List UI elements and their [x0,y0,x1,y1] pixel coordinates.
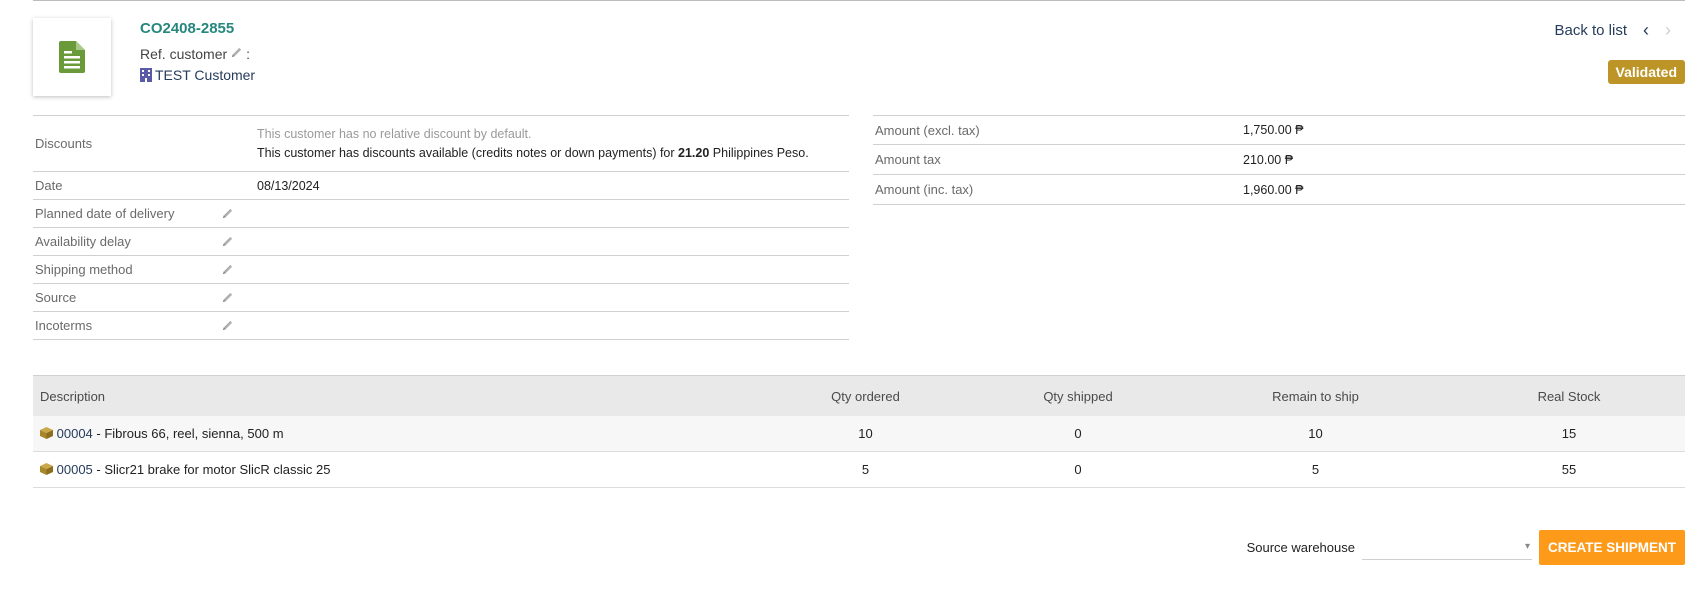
availability-delay-row: Availability delay [33,228,849,256]
amount-excl-label: Amount (excl. tax) [875,122,980,138]
available-discount-prefix: This customer has discounts available (c… [257,145,679,160]
shipping-method-label: Shipping method [35,262,133,277]
edit-ref-customer-pencil-icon[interactable] [230,46,243,62]
product-description: - Fibrous 66, reel, sienna, 500 m [92,426,284,441]
discounts-label: Discounts [35,136,93,151]
amount-tax-label: Amount tax [875,152,941,167]
building-icon [140,68,152,82]
order-header: CO2408-2855 Ref. customer : TEST Custome… [33,18,1685,98]
remain-to-ship-cell: 10 [1178,416,1453,452]
amount-excl-row: Amount (excl. tax) 1,750.00 ₱ [873,116,1685,145]
order-document-thumbnail [33,18,111,96]
col-header-real-stock: Real Stock [1453,375,1685,416]
discounts-row: Discounts This customer has no relative … [33,116,849,172]
product-link[interactable]: 00005 [57,462,93,477]
col-header-remain-to-ship: Remain to ship [1178,375,1453,416]
col-header-description: Description [33,375,753,416]
source-warehouse-select[interactable]: ▾ [1361,535,1532,560]
chevron-right-icon: › [1665,20,1671,40]
qty-shipped-cell: 0 [978,416,1178,452]
edit-source-pencil-icon[interactable] [221,291,241,304]
product-cell: 00005 - Slicr21 brake for motor SlicR cl… [33,451,753,488]
edit-shipping-method-pencil-icon[interactable] [221,263,241,276]
order-fields-table: Discounts This customer has no relative … [33,115,849,340]
qty-ordered-cell: 10 [753,416,978,452]
amount-tax-row: Amount tax 210.00 ₱ [873,145,1685,175]
order-ref: CO2408-2855 [140,20,235,37]
shipping-method-row: Shipping method [33,256,849,284]
amount-inc-row: Amount (inc. tax) 1,960.00 ₱ [873,175,1685,205]
table-header-row: Description Qty ordered Qty shipped Rema… [33,375,1685,416]
create-shipment-button[interactable]: CREATE SHIPMENT [1538,530,1685,565]
qty-ordered-cell: 5 [753,451,978,488]
real-stock-cell: 15 [1453,416,1685,452]
real-stock-cell: 55 [1453,451,1685,488]
relative-discount-text: This customer has no relative discount b… [257,126,532,141]
top-divider [33,0,1685,1]
date-row: Date 08/13/2024 [33,172,849,200]
col-header-qty-shipped: Qty shipped [978,375,1178,416]
edit-availability-delay-pencil-icon[interactable] [221,235,241,248]
discounts-value: This customer has no relative discount b… [257,125,809,163]
table-row: 00004 - Fibrous 66, reel, sienna, 500 m … [33,416,1685,452]
product-link[interactable]: 00004 [57,426,93,441]
available-discount-suffix: Philippines Peso. [709,145,809,160]
edit-planned-delivery-pencil-icon[interactable] [221,207,241,220]
record-navigation: Back to list ‹ › [1554,20,1671,41]
status-badge: Validated [1607,60,1685,84]
customer-name[interactable]: TEST Customer [155,67,255,83]
amount-excl-value: 1,750.00 ₱ [1243,123,1304,137]
document-icon [59,41,85,73]
ref-customer-label: Ref. customer [140,46,228,62]
chevron-left-icon[interactable]: ‹ [1643,20,1649,41]
planned-delivery-row: Planned date of delivery [33,200,849,228]
product-cell: 00004 - Fibrous 66, reel, sienna, 500 m [33,416,753,452]
shipment-bar: Source warehouse ▾ CREATE SHIPMENT [1247,530,1685,565]
product-box-icon [40,463,53,475]
availability-delay-label: Availability delay [35,234,131,249]
discount-amount: 21.20 [678,145,710,160]
table-row: 00005 - Slicr21 brake for motor SlicR cl… [33,451,1685,488]
ref-customer-row: Ref. customer : [140,46,250,62]
amount-inc-value: 1,960.00 ₱ [1243,182,1304,197]
product-description: - Slicr21 brake for motor SlicR classic … [92,462,331,477]
col-header-qty-ordered: Qty ordered [753,375,978,416]
dropdown-arrow-icon: ▾ [1524,541,1530,552]
source-warehouse-label: Source warehouse [1246,540,1355,555]
date-label: Date [35,178,63,193]
product-box-icon [40,427,53,439]
amount-tax-value: 210.00 ₱ [1243,152,1294,167]
source-label: Source [35,290,77,305]
planned-delivery-label: Planned date of delivery [35,206,175,221]
incoterms-label: Incoterms [35,318,93,333]
edit-incoterms-pencil-icon[interactable] [221,319,241,332]
source-row: Source [33,284,849,312]
amounts-table: Amount (excl. tax) 1,750.00 ₱ Amount tax… [873,115,1685,205]
ref-customer-colon: : [246,46,251,62]
order-lines-table: Description Qty ordered Qty shipped Rema… [33,375,1685,488]
qty-shipped-cell: 0 [978,451,1178,488]
customer-link[interactable]: TEST Customer [140,67,255,83]
date-value: 08/13/2024 [257,178,320,193]
available-discount-text: This customer has discounts available (c… [257,144,809,163]
remain-to-ship-cell: 5 [1178,451,1453,488]
incoterms-row: Incoterms [33,312,849,340]
amount-inc-label: Amount (inc. tax) [875,182,974,197]
back-to-list-link[interactable]: Back to list [1554,22,1627,39]
